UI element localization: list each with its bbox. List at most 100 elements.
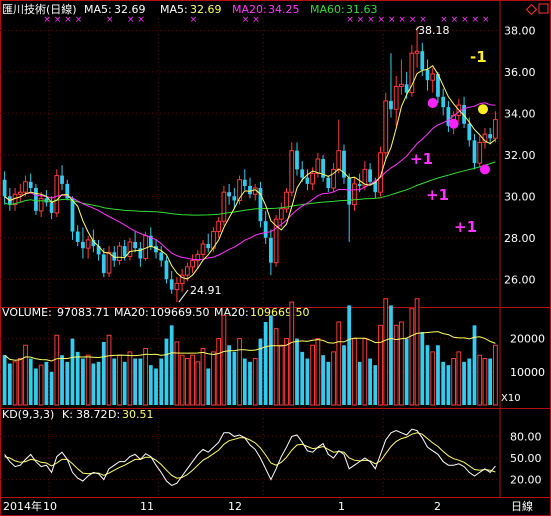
candle-body xyxy=(399,83,404,87)
volume-bar xyxy=(232,351,237,405)
top-x-marker: × xyxy=(440,15,448,25)
volume-tick-label: 20000 xyxy=(510,333,545,346)
volume-bar xyxy=(106,334,112,406)
top-x-marker: × xyxy=(54,15,62,25)
volume-bar xyxy=(91,363,96,405)
candle-body xyxy=(357,183,362,186)
volume-bar xyxy=(482,358,488,406)
volume-ma20b-label: MA20: xyxy=(214,306,249,319)
low-pointer xyxy=(178,289,189,303)
top-x-marker: × xyxy=(127,15,135,25)
candle-body xyxy=(289,150,295,193)
candle-body xyxy=(227,192,231,197)
volume-bar xyxy=(38,364,44,406)
ma60-label: MA60: xyxy=(310,3,345,16)
chart-title: 匯川技術(日線) xyxy=(2,2,77,16)
volume-bar xyxy=(12,361,18,406)
volume-bar xyxy=(378,324,383,406)
volume-bar xyxy=(227,345,231,405)
volume-bar xyxy=(300,351,305,405)
volume-bar xyxy=(143,348,148,406)
footer-month-nov: 11 xyxy=(140,500,154,513)
volume-bar xyxy=(75,351,80,405)
volume-bar xyxy=(362,338,368,406)
footer-month-oct: 10 xyxy=(43,500,57,513)
candle-body xyxy=(133,241,138,249)
volume-bar xyxy=(17,358,23,406)
volume-bar xyxy=(430,351,436,406)
candle-body xyxy=(368,169,372,182)
candle-body xyxy=(174,282,180,291)
low-price-label: 24.91 xyxy=(190,284,222,297)
price-tick-label: 32.00 xyxy=(504,149,536,162)
volume-bar xyxy=(117,354,122,406)
volume-bar xyxy=(326,361,331,405)
candle-body xyxy=(206,244,211,249)
volume-bar xyxy=(23,344,28,406)
candle-body xyxy=(300,169,305,178)
price-tick-label: 26.00 xyxy=(504,273,536,286)
candle-body xyxy=(221,191,227,222)
candle-body xyxy=(383,100,389,154)
volume-bar xyxy=(263,322,268,405)
volume-bar xyxy=(295,338,299,405)
candle-body xyxy=(101,254,106,274)
price-tick-label: 36.00 xyxy=(504,66,536,79)
price-tick-label: 34.00 xyxy=(504,107,536,120)
volume-bar xyxy=(441,361,446,405)
kd-label: KD(9,3,3) xyxy=(2,408,54,421)
maximize-icon[interactable] xyxy=(538,3,549,14)
top-x-markers: × × × × × × × × × × × × × × × × × × × × × × × xyxy=(43,15,489,25)
ma20-value: 34.25 xyxy=(268,3,300,16)
volume-bar xyxy=(148,365,153,405)
chart-grid xyxy=(0,18,500,497)
candle-body xyxy=(310,173,316,185)
candle-body xyxy=(430,73,436,81)
candle-body xyxy=(17,191,23,195)
period-label[interactable]: 日線 xyxy=(511,499,533,513)
volume-bar xyxy=(7,363,12,405)
top-x-marker: × xyxy=(357,15,365,25)
volume-bar xyxy=(352,338,357,406)
volume-ma20-value: 109669.50 xyxy=(150,306,210,319)
candle-body xyxy=(269,237,273,263)
kd-lines xyxy=(4,428,496,486)
kd-k-label: K: xyxy=(62,408,73,421)
volume-bar xyxy=(2,355,7,405)
candle-body xyxy=(326,177,331,189)
volume-bar xyxy=(184,358,190,406)
volume-bar xyxy=(169,325,174,405)
candle-body xyxy=(38,197,44,212)
candle-body xyxy=(242,179,247,186)
candle-body xyxy=(143,235,148,260)
ma5-line xyxy=(4,64,496,280)
candle-body xyxy=(28,181,33,189)
top-x-marker: × xyxy=(75,15,83,25)
top-x-marker: × xyxy=(137,15,145,25)
sell-signal-dot xyxy=(478,104,488,115)
volume-bar xyxy=(164,338,169,405)
kd-d-value: 30.51 xyxy=(122,408,154,421)
candle-body xyxy=(425,69,430,81)
top-x-marker: × xyxy=(252,15,260,25)
volume-bar xyxy=(289,301,295,406)
candle-body xyxy=(190,260,195,268)
volume-bar xyxy=(357,361,362,405)
candle-body xyxy=(248,185,252,195)
volume-bar xyxy=(237,338,242,406)
top-x-marker: × xyxy=(472,15,480,25)
volume-bar xyxy=(278,344,284,406)
volume-bar xyxy=(368,358,372,405)
restore-icon[interactable] xyxy=(525,3,538,16)
candle-body xyxy=(2,179,7,197)
ma20-label: MA20: xyxy=(232,3,267,16)
candle-body xyxy=(34,188,38,211)
volume-bar xyxy=(112,358,117,405)
price-tick-label: 30.00 xyxy=(504,190,536,203)
volume-bar xyxy=(49,371,54,405)
volume-bar xyxy=(493,344,498,406)
volume-bar xyxy=(54,334,60,406)
volume-bar xyxy=(373,365,378,405)
kd-d-label: D: xyxy=(108,408,120,421)
candle-body xyxy=(117,245,122,262)
